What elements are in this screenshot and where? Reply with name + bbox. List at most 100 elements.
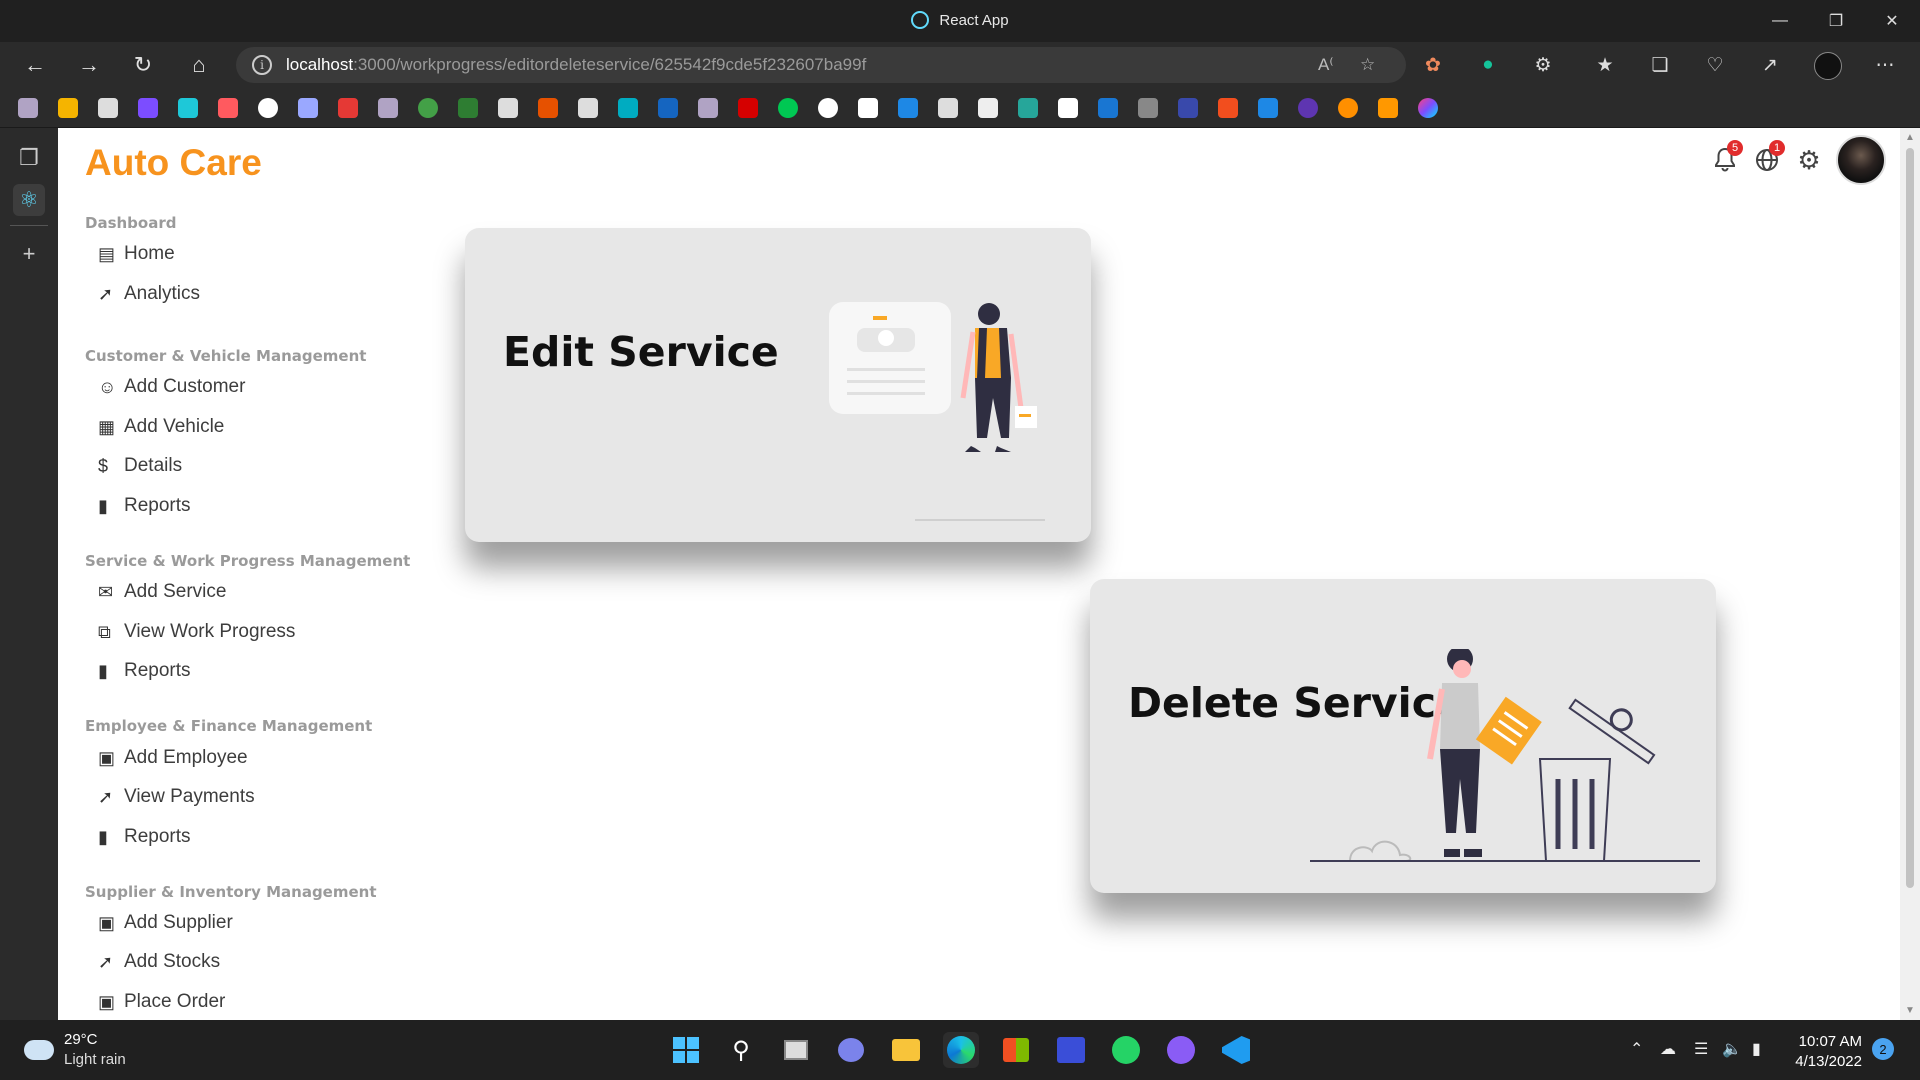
more-icon[interactable]: ⋯	[1872, 52, 1898, 78]
scroll-thumb[interactable]	[1906, 148, 1914, 888]
bookmark-icon[interactable]	[1098, 98, 1118, 118]
sidebar-item-add-service[interactable]: ✉ Add Service	[98, 577, 226, 607]
bookmark-icon[interactable]	[738, 98, 758, 118]
minimize-icon[interactable]: —	[1752, 0, 1808, 42]
bookmark-icon[interactable]	[218, 98, 238, 118]
scroll-down-icon[interactable]: ▼	[1905, 1005, 1915, 1016]
extensions-icon[interactable]: ⚙	[1530, 52, 1556, 78]
bookmark-icon[interactable]	[1338, 98, 1358, 118]
teams-chat-icon[interactable]	[833, 1032, 869, 1068]
sidebar-item-add-customer[interactable]: ☺ Add Customer	[98, 372, 245, 402]
github-desktop-icon[interactable]	[1163, 1032, 1199, 1068]
share-icon[interactable]: ↗	[1757, 52, 1783, 78]
scroll-up-icon[interactable]: ▲	[1905, 132, 1915, 143]
bookmark-icon[interactable]	[458, 98, 478, 118]
volume-icon[interactable]: 🔈	[1722, 1039, 1742, 1059]
bookmark-icon[interactable]	[658, 98, 678, 118]
new-tab-icon[interactable]: +	[13, 238, 45, 270]
favorites-icon[interactable]: ★	[1592, 52, 1618, 78]
bookmark-icon[interactable]	[1138, 98, 1158, 118]
onedrive-icon[interactable]: ☁	[1660, 1039, 1676, 1059]
bookmark-icon[interactable]	[98, 98, 118, 118]
bookmark-icon[interactable]	[898, 98, 918, 118]
close-icon[interactable]: ✕	[1864, 0, 1920, 42]
store-icon[interactable]	[998, 1032, 1034, 1068]
restore-icon[interactable]: ❐	[1808, 0, 1864, 42]
bookmark-icon[interactable]	[858, 98, 878, 118]
bookmark-icon[interactable]	[18, 98, 38, 118]
sidebar-item-analytics[interactable]: ➚ Analytics	[98, 279, 200, 309]
back-icon[interactable]: ←	[18, 48, 52, 82]
brand-logo[interactable]: Auto Care	[85, 142, 262, 184]
bookmark-icon[interactable]	[1418, 98, 1438, 118]
github-icon[interactable]	[818, 98, 838, 118]
sidebar-item-add-employee[interactable]: ▣ Add Employee	[98, 743, 248, 773]
sidebar-item-reports[interactable]: ▮ Reports	[98, 822, 191, 852]
bookmark-icon[interactable]	[338, 98, 358, 118]
bookmark-icon[interactable]	[418, 98, 438, 118]
bookmark-icon[interactable]	[1018, 98, 1038, 118]
forward-icon[interactable]: →	[72, 48, 106, 82]
bookmark-icon[interactable]	[778, 98, 798, 118]
notification-center-badge[interactable]: 2	[1872, 1038, 1894, 1060]
weather-widget[interactable]: 29°C Light rain	[24, 1030, 126, 1070]
sidebar-item-view-work-progress[interactable]: ⧉ View Work Progress	[98, 617, 295, 647]
sidebar-item-add-supplier[interactable]: ▣ Add Supplier	[98, 908, 233, 938]
chevron-up-icon[interactable]: ⌃	[1630, 1039, 1643, 1059]
language-button[interactable]: 1	[1746, 139, 1788, 181]
read-aloud-icon[interactable]: A⁽	[1318, 55, 1334, 75]
bookmark-icon[interactable]	[298, 98, 318, 118]
sidebar-item-home[interactable]: ▤ Home	[98, 239, 175, 269]
vscode-icon[interactable]	[1218, 1032, 1254, 1068]
bookmark-icon[interactable]	[1378, 98, 1398, 118]
home-icon[interactable]: ⌂	[182, 48, 216, 82]
bookmark-icon[interactable]	[178, 98, 198, 118]
sidebar-item-add-stocks[interactable]: ➚ Add Stocks	[98, 947, 220, 977]
refresh-icon[interactable]: ↻	[126, 48, 160, 82]
system-clock[interactable]: 10:07 AM 4/13/2022	[1790, 1032, 1862, 1072]
bookmark-icon[interactable]	[58, 98, 78, 118]
sidebar-item-reports[interactable]: ▮ Reports	[98, 491, 191, 521]
bookmark-icon[interactable]	[1178, 98, 1198, 118]
bookmark-icon[interactable]	[1258, 98, 1278, 118]
bookmark-icon[interactable]	[978, 98, 998, 118]
bookmark-icon[interactable]	[938, 98, 958, 118]
bookmark-icon[interactable]	[378, 98, 398, 118]
edge-icon[interactable]	[943, 1032, 979, 1068]
sidebar-item-view-payments[interactable]: ➚ View Payments	[98, 782, 255, 812]
bookmark-icon[interactable]	[1058, 98, 1078, 118]
page-scrollbar[interactable]: ▲ ▼	[1900, 128, 1920, 1020]
whatsapp-icon[interactable]	[1108, 1032, 1144, 1068]
search-icon[interactable]: ⚲	[723, 1032, 759, 1068]
sidebar-item-place-order[interactable]: ▣ Place Order	[98, 987, 225, 1017]
address-bar[interactable]: i localhost:3000/workprogress/editordele…	[236, 47, 1406, 83]
sidebar-item-details[interactable]: $ Details	[98, 451, 182, 481]
edit-service-card[interactable]: Edit Service	[465, 228, 1091, 542]
bookmark-icon[interactable]	[138, 98, 158, 118]
task-view-icon[interactable]	[778, 1032, 814, 1068]
profile-avatar[interactable]	[1814, 52, 1842, 80]
collections-icon[interactable]: ❏	[1647, 52, 1673, 78]
notifications-button[interactable]: 5	[1704, 139, 1746, 181]
start-icon[interactable]	[668, 1032, 704, 1068]
user-avatar[interactable]	[1836, 135, 1886, 185]
bookmark-icon[interactable]	[1298, 98, 1318, 118]
react-tab-icon[interactable]: ⚛	[13, 184, 45, 216]
figma-icon[interactable]	[1218, 98, 1238, 118]
powerapps-icon[interactable]	[1053, 1032, 1089, 1068]
wifi-icon[interactable]: ☰	[1694, 1039, 1708, 1059]
battery-icon[interactable]: ▮	[1752, 1039, 1761, 1059]
bookmark-icon[interactable]	[538, 98, 558, 118]
sidebar-item-reports[interactable]: ▮ Reports	[98, 656, 191, 686]
bookmark-icon[interactable]	[618, 98, 638, 118]
grammarly-icon[interactable]: ●	[1475, 52, 1501, 78]
bookmark-icon[interactable]	[498, 98, 518, 118]
tab-actions-icon[interactable]: ❐	[13, 142, 45, 174]
settings-button[interactable]: ⚙	[1788, 139, 1830, 181]
add-favorite-icon[interactable]: ☆	[1360, 55, 1375, 75]
extension-cookie-icon[interactable]: ✿	[1420, 52, 1446, 78]
delete-service-card[interactable]: Delete Service	[1090, 579, 1716, 893]
bookmark-icon[interactable]	[258, 98, 278, 118]
bookmark-icon[interactable]	[698, 98, 718, 118]
site-info-icon[interactable]: i	[252, 55, 272, 75]
